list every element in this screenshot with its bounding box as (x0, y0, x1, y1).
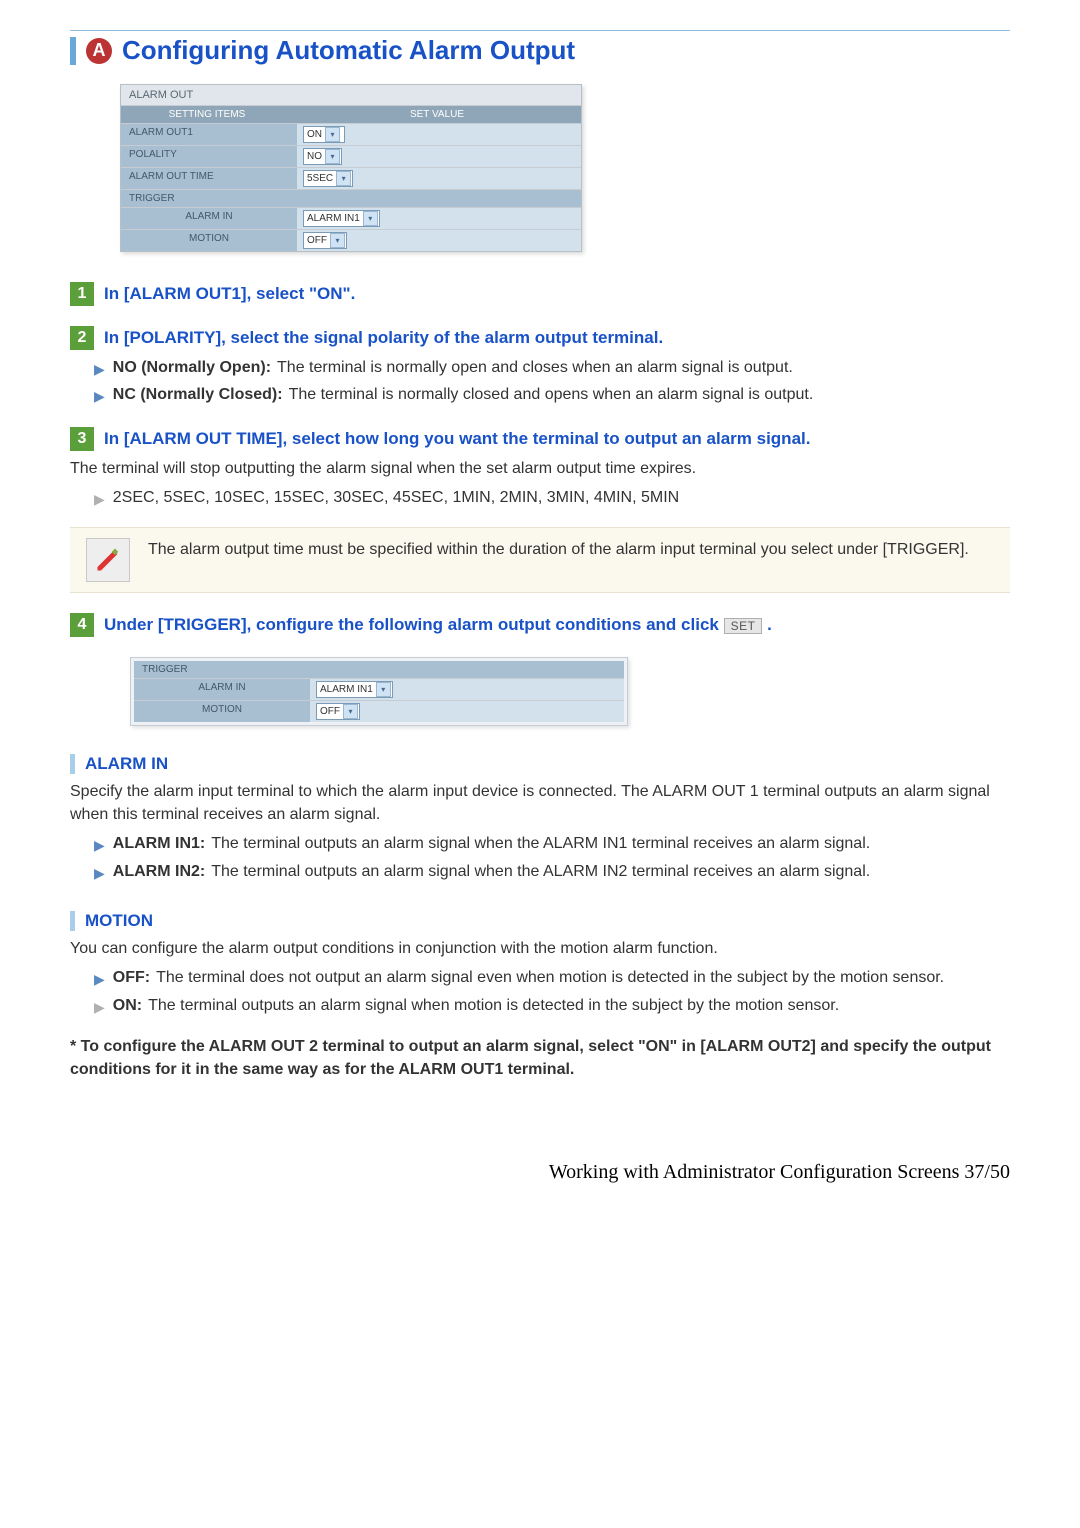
row-label: MOTION (121, 230, 297, 251)
alarm-in-body: Specify the alarm input terminal to whic… (70, 780, 1010, 826)
note-box: The alarm output time must be specified … (70, 527, 1010, 593)
step-badge: 4 (70, 613, 94, 637)
select-value: NO (307, 151, 322, 162)
bullet-label: NC (Normally Closed): (113, 386, 283, 403)
step-badge: 3 (70, 427, 94, 451)
row-label: ALARM IN (134, 679, 310, 700)
chevron-down-icon: ▾ (376, 682, 391, 697)
row-label: POLALITY (121, 146, 297, 167)
alarm-out-table: ALARM OUT SETTING ITEMS SET VALUE ALARM … (120, 84, 582, 252)
chevron-down-icon: ▾ (363, 211, 378, 226)
select-value: ON (307, 129, 322, 140)
bullet-arrow-icon: ▶ (94, 860, 105, 883)
bullet-arrow-icon: ▶ (94, 383, 105, 406)
trigger-motion-select[interactable]: OFF ▾ (316, 703, 360, 720)
chevron-down-icon: ▾ (343, 704, 358, 719)
list-item: ▶ ALARM IN1: The terminal outputs an alar… (94, 832, 1010, 855)
list-item: ▶ NO (Normally Open): The terminal is nor… (94, 356, 1010, 379)
row-label: ALARM OUT1 (121, 124, 297, 145)
chevron-down-icon: ▾ (336, 171, 351, 186)
list-item: ▶ OFF: The terminal does not output an al… (94, 966, 1010, 989)
step-body: The terminal will stop outputting the al… (70, 457, 1010, 480)
bullet-arrow-icon: ▶ (94, 832, 105, 855)
chevron-down-icon: ▾ (325, 127, 340, 142)
step-text: In [POLARITY], select the signal polarit… (104, 326, 663, 348)
options-text: 2SEC, 5SEC, 10SEC, 15SEC, 30SEC, 45SEC, … (113, 486, 679, 509)
motion-body: You can configure the alarm output condi… (70, 937, 1010, 960)
step-text: In [ALARM OUT TIME], select how long you… (104, 427, 810, 449)
page-footer: Working with Administrator Configuration… (0, 1121, 1080, 1214)
step-badge: 1 (70, 282, 94, 306)
note-text: The alarm output time must be specified … (148, 538, 969, 561)
select-value: OFF (320, 706, 340, 717)
table-caption: ALARM OUT (121, 85, 581, 106)
set-button[interactable]: SET (724, 618, 763, 634)
alarm-out-time-select[interactable]: 5SEC ▾ (303, 170, 353, 187)
bullet-label: ALARM IN1: (113, 835, 205, 852)
alarm-in-select[interactable]: ALARM IN1 ▾ (303, 210, 380, 227)
bullet-text: The terminal does not output an alarm si… (156, 969, 944, 986)
step-badge: 2 (70, 326, 94, 350)
col-header-items: SETTING ITEMS (121, 106, 293, 123)
bullet-arrow-icon: ▶ (94, 486, 105, 509)
bullet-arrow-icon: ▶ (94, 966, 105, 989)
bullet-arrow-icon: ▶ (94, 356, 105, 379)
motion-select[interactable]: OFF ▾ (303, 232, 347, 249)
section-heading: A Configuring Automatic Alarm Output (70, 35, 1010, 66)
bullet-text: The terminal outputs an alarm signal whe… (148, 997, 839, 1014)
select-value: ALARM IN1 (320, 684, 373, 695)
select-value: ALARM IN1 (307, 213, 360, 224)
trigger-caption: TRIGGER (134, 661, 624, 678)
row-label: ALARM OUT TIME (121, 168, 297, 189)
sub-title: ALARM IN (85, 754, 168, 774)
row-label: ALARM IN (121, 208, 297, 229)
step-1: 1 In [ALARM OUT1], select "ON". (70, 282, 1010, 306)
list-item: ▶ NC (Normally Closed): The terminal is n… (94, 383, 1010, 406)
trigger-subheader: TRIGGER (121, 189, 581, 207)
chevron-down-icon: ▾ (325, 149, 340, 164)
step-text: Under [TRIGGER], configure the following… (104, 613, 772, 635)
heading-bar (70, 911, 75, 931)
bullet-label: ALARM IN2: (113, 863, 205, 880)
bullet-text: The terminal is normally closed and open… (289, 386, 814, 403)
bullet-text: The terminal outputs an alarm signal whe… (211, 835, 870, 852)
sub-title: MOTION (85, 911, 153, 931)
motion-heading: MOTION (70, 911, 1010, 931)
heading-bar (70, 754, 75, 774)
bullet-text: The terminal is normally open and closes… (277, 359, 793, 376)
footnote: * To configure the ALARM OUT 2 terminal … (70, 1035, 1010, 1081)
polarity-select[interactable]: NO ▾ (303, 148, 342, 165)
step-3: 3 In [ALARM OUT TIME], select how long y… (70, 427, 1010, 451)
bullet-arrow-icon: ▶ (94, 994, 105, 1017)
select-value: 5SEC (307, 173, 333, 184)
bullet-label: ON: (113, 997, 142, 1014)
pencil-icon (86, 538, 130, 582)
bullet-label: OFF: (113, 969, 150, 986)
list-item: ▶ ON: The terminal outputs an alarm signa… (94, 994, 1010, 1017)
step-4: 4 Under [TRIGGER], configure the followi… (70, 613, 1010, 637)
step-text: In [ALARM OUT1], select "ON". (104, 282, 355, 304)
chevron-down-icon: ▾ (330, 233, 345, 248)
bullet-label: NO (Normally Open): (113, 359, 271, 376)
bullet-text: The terminal outputs an alarm signal whe… (211, 863, 870, 880)
trigger-table: TRIGGER ALARM IN ALARM IN1 ▾ MOTION OFF … (130, 657, 628, 726)
alarm-in-heading: ALARM IN (70, 754, 1010, 774)
row-label: MOTION (134, 701, 310, 722)
heading-bar (70, 37, 76, 65)
list-item: ▶ ALARM IN2: The terminal outputs an alar… (94, 860, 1010, 883)
trigger-alarm-in-select[interactable]: ALARM IN1 ▾ (316, 681, 393, 698)
step-2: 2 In [POLARITY], select the signal polar… (70, 326, 1010, 350)
alarm-out1-select[interactable]: ON ▾ (303, 126, 345, 143)
section-title: Configuring Automatic Alarm Output (122, 35, 575, 66)
select-value: OFF (307, 235, 327, 246)
col-header-value: SET VALUE (293, 106, 581, 123)
list-item: ▶ 2SEC, 5SEC, 10SEC, 15SEC, 30SEC, 45SEC… (94, 486, 1010, 509)
section-letter-badge: A (86, 38, 112, 64)
